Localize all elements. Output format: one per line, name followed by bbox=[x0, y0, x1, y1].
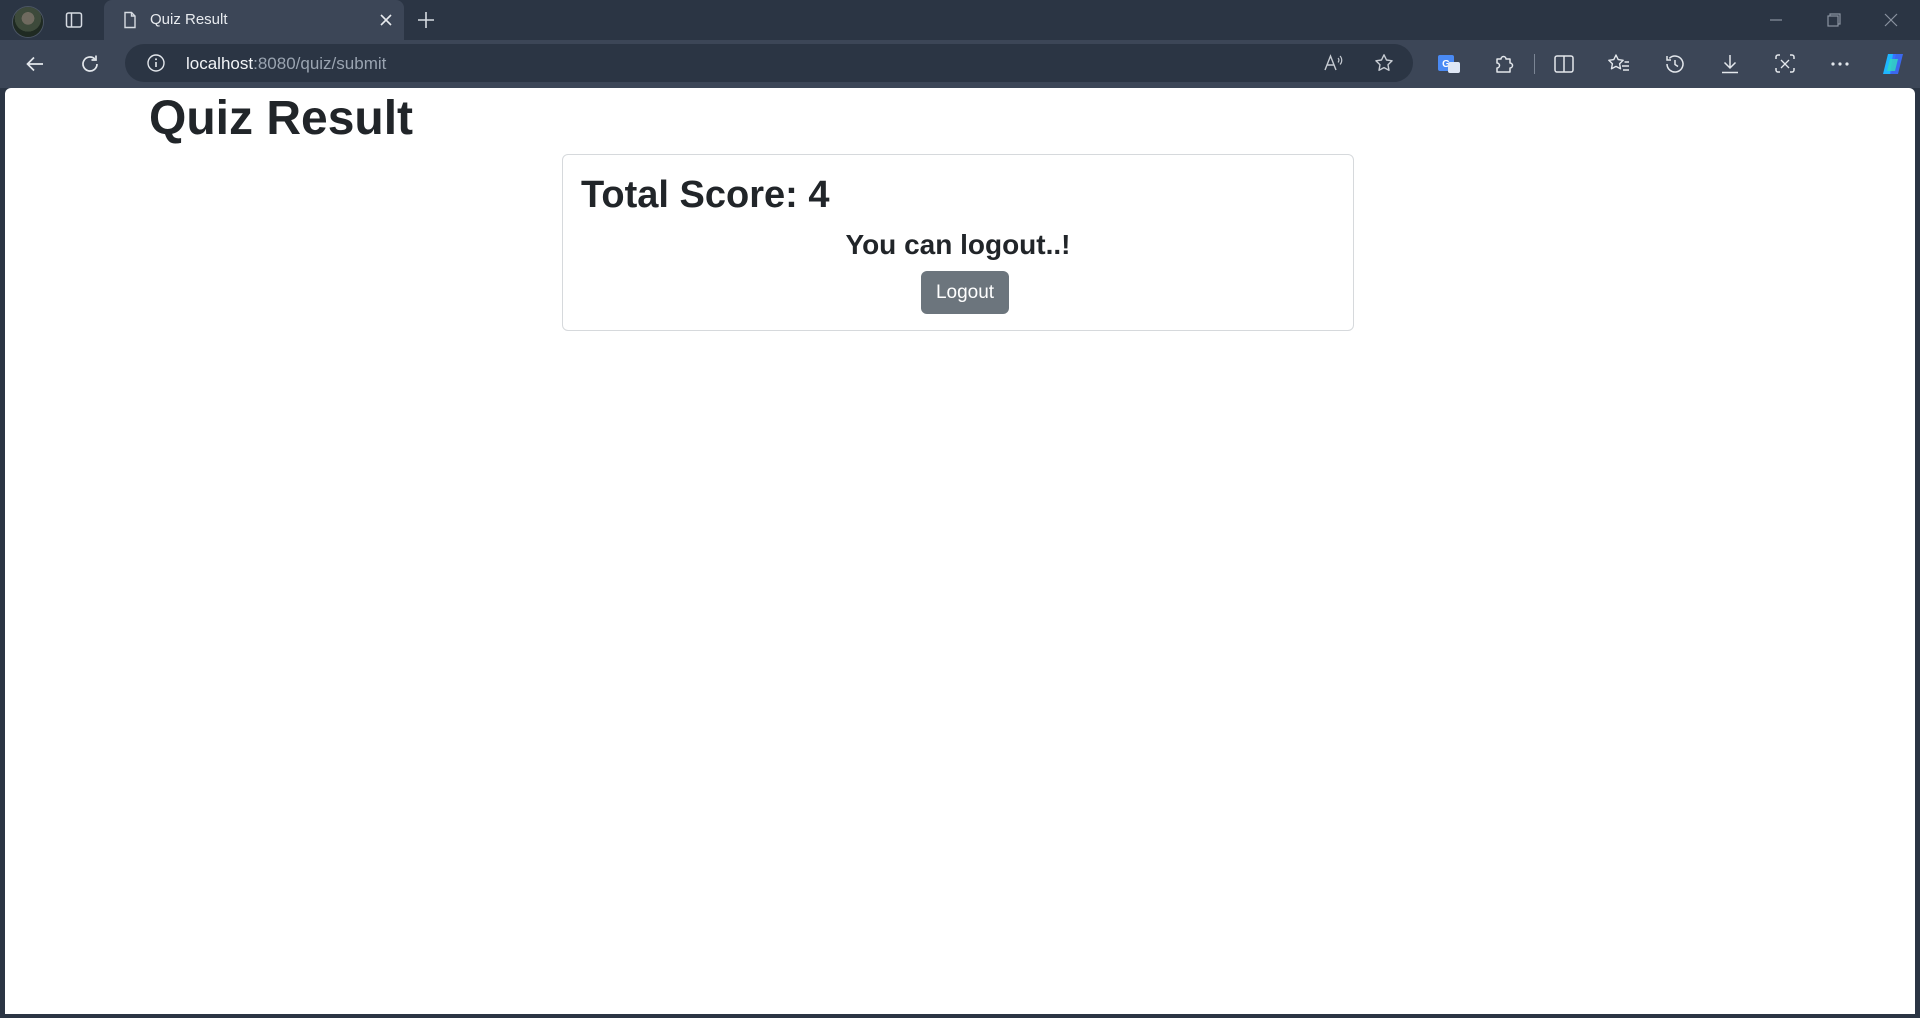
page-icon bbox=[120, 10, 140, 30]
url-path: :8080/quiz/submit bbox=[253, 54, 387, 73]
profile-avatar[interactable] bbox=[13, 7, 43, 37]
split-screen-icon[interactable] bbox=[1551, 51, 1577, 77]
copilot-icon[interactable] bbox=[1879, 51, 1905, 77]
result-card: Total Score: 4 You can logout..! Logout bbox=[562, 154, 1354, 331]
minimize-icon[interactable] bbox=[1763, 8, 1789, 32]
new-tab-icon[interactable] bbox=[415, 9, 437, 31]
close-window-icon[interactable] bbox=[1878, 8, 1904, 32]
tab-quiz-result[interactable]: Quiz Result bbox=[104, 0, 404, 40]
toolbar-separator bbox=[1534, 54, 1535, 74]
read-aloud-icon[interactable] bbox=[1322, 52, 1344, 74]
restore-icon[interactable] bbox=[1820, 8, 1846, 32]
extensions-icon[interactable] bbox=[1491, 51, 1517, 77]
info-icon[interactable] bbox=[146, 53, 166, 73]
logout-button[interactable]: Logout bbox=[921, 271, 1009, 314]
browser-toolbar: localhost:8080/quiz/submit G bbox=[0, 40, 1920, 88]
refresh-icon[interactable] bbox=[77, 51, 103, 77]
screenshot-icon[interactable] bbox=[1772, 51, 1798, 77]
history-icon[interactable] bbox=[1662, 51, 1688, 77]
page-title: Quiz Result bbox=[149, 92, 414, 145]
logout-message: You can logout..! bbox=[845, 229, 1071, 260]
downloads-icon[interactable] bbox=[1717, 51, 1743, 77]
address-bar[interactable]: localhost:8080/quiz/submit bbox=[125, 44, 1413, 82]
tab-actions-icon[interactable] bbox=[64, 10, 84, 30]
url-text[interactable]: localhost:8080/quiz/submit bbox=[186, 54, 386, 74]
page-viewport: Quiz Result Total Score: 4 You can logou… bbox=[5, 88, 1915, 1014]
tab-title: Quiz Result bbox=[150, 11, 228, 28]
more-icon[interactable] bbox=[1827, 51, 1853, 77]
close-tab-icon[interactable] bbox=[376, 10, 396, 30]
browser-titlebar: Quiz Result bbox=[0, 0, 1920, 40]
translate-icon[interactable]: G bbox=[1436, 51, 1462, 77]
favorite-star-icon[interactable] bbox=[1373, 52, 1395, 74]
back-icon[interactable] bbox=[22, 51, 48, 77]
url-host: localhost bbox=[186, 54, 254, 73]
total-score: Total Score: 4 bbox=[581, 174, 830, 216]
favorites-icon[interactable] bbox=[1606, 51, 1632, 77]
